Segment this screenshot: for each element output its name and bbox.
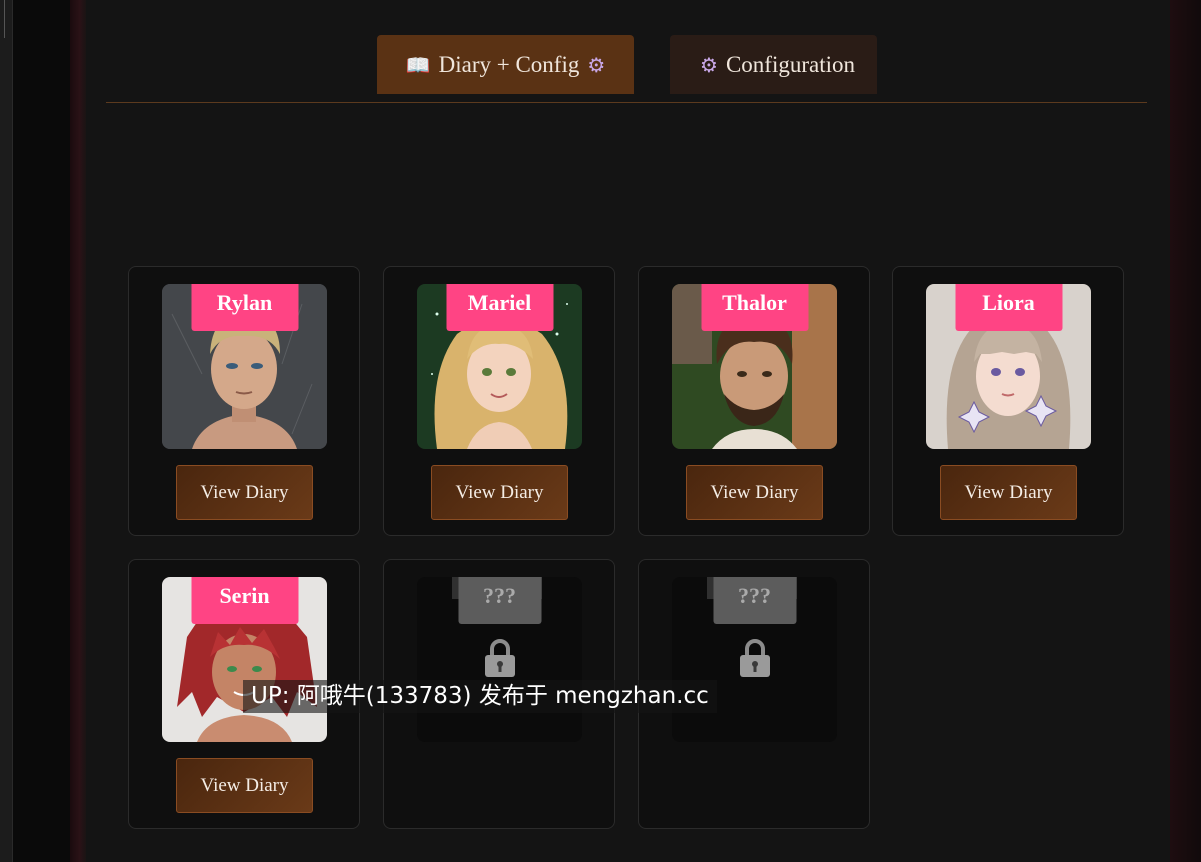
locked-name-tag: ???: [713, 577, 796, 624]
tab-diary-config-label: Diary + Config: [438, 51, 580, 77]
character-card-mariel: Mariel View Diary: [383, 266, 615, 536]
view-diary-button[interactable]: View Diary: [176, 758, 313, 813]
view-diary-button[interactable]: View Diary: [686, 465, 823, 520]
lock-icon: [740, 639, 770, 677]
tab-divider: [106, 102, 1147, 103]
view-diary-button[interactable]: View Diary: [940, 465, 1077, 520]
character-name-tag: Serin: [191, 577, 298, 624]
tab-configuration-label: Configuration: [725, 51, 855, 77]
book-icon: 📖: [405, 52, 431, 77]
character-portrait[interactable]: Rylan: [162, 284, 327, 449]
locked-portrait: ???: [672, 577, 837, 742]
character-name-tag: Thalor: [701, 284, 808, 331]
locked-portrait: ???: [417, 577, 582, 742]
edge-mark: [0, 0, 5, 38]
left-gutter: [13, 0, 70, 862]
tab-diary-config[interactable]: 📖 Diary + Config ⚙: [377, 35, 634, 94]
gear-icon: ⚙: [700, 52, 718, 77]
character-card-thalor: Thalor View Diary: [638, 266, 870, 536]
character-portrait[interactable]: Serin: [162, 577, 327, 742]
character-card-liora: Liora View Diary: [892, 266, 1124, 536]
watermark-overlay: UP: 阿哦牛(133783) 发布于 mengzhan.cc: [243, 680, 717, 713]
view-diary-button[interactable]: View Diary: [176, 465, 313, 520]
lock-icon: [485, 639, 515, 677]
tab-configuration[interactable]: ⚙ Configuration: [670, 35, 877, 94]
character-name-tag: Mariel: [446, 284, 553, 331]
window-left-edge: [0, 0, 13, 862]
panel-right-border: [1170, 0, 1201, 862]
character-portrait[interactable]: Liora: [926, 284, 1091, 449]
character-card-rylan: Rylan View Diary: [128, 266, 360, 536]
character-name-tag: Liora: [955, 284, 1062, 331]
character-name-tag: Rylan: [191, 284, 298, 331]
character-portrait[interactable]: Mariel: [417, 284, 582, 449]
locked-name-tag: ???: [458, 577, 541, 624]
panel-left-border: [70, 0, 86, 862]
view-diary-button[interactable]: View Diary: [431, 465, 568, 520]
gear-icon: ⚙: [587, 52, 606, 77]
character-portrait[interactable]: Thalor: [672, 284, 837, 449]
